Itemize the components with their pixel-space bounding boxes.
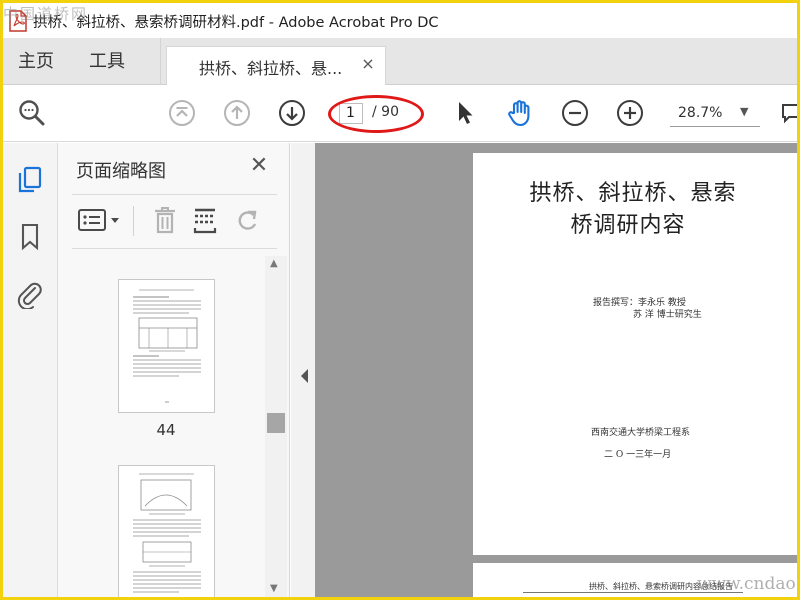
watermark-logo-text: 中国道桥网 [3, 5, 89, 23]
document-title-line-2: 桥调研内容 [570, 213, 686, 238]
plus-circle-icon [617, 100, 643, 126]
trash-icon [155, 207, 175, 234]
bookmark-icon [21, 223, 39, 251]
page-thumbnail-image [133, 289, 201, 403]
comment-icon [782, 104, 797, 124]
rotate-icon [238, 210, 257, 230]
scrollbar-thumb[interactable] [267, 413, 285, 433]
previous-page-button[interactable] [220, 96, 254, 130]
current-page-input[interactable]: 1 [339, 103, 363, 124]
divider [72, 248, 277, 249]
page-thumbnail[interactable] [118, 465, 215, 597]
scroll-down-icon[interactable]: ▼ [270, 583, 278, 594]
delete-pages-button[interactable] [148, 203, 182, 237]
comment-tool-button[interactable] [779, 96, 797, 130]
arrow-up-circle-icon [224, 100, 250, 126]
first-page-icon [169, 100, 195, 126]
thumbnail-page-number: 44 [156, 421, 176, 439]
options-list-icon [78, 209, 119, 231]
page-thumbnails-icon [18, 166, 42, 193]
next-page-button[interactable] [275, 96, 309, 130]
thumbnail-options-button[interactable] [76, 203, 124, 237]
acrobat-window: 拱桥、斜拉桥、悬索桥调研材料.pdf - Adobe Acrobat Pro D… [3, 3, 797, 597]
page-navigation: 1 / 90 [336, 101, 416, 126]
page-thumbnails-panel: 页面缩略图 ✕ 44 ▲ ▼ [58, 143, 290, 597]
thumbnail-scrollbar[interactable]: ▲ ▼ [265, 256, 287, 597]
document-date: 二 O 一三年一月 [604, 450, 672, 460]
minus-circle-icon [562, 100, 588, 126]
tab-document-label: 拱桥、斜拉桥、悬... [199, 59, 343, 78]
hand-tool-button[interactable] [503, 96, 537, 130]
extract-pages-button[interactable] [188, 203, 222, 237]
rotate-pages-button[interactable] [231, 203, 265, 237]
chevron-down-icon: ▼ [740, 105, 749, 118]
zoom-in-button[interactable] [613, 96, 647, 130]
document-page: 拱桥、斜拉桥、悬索 桥调研内容 报告撰写：李永乐 教授 苏 洋 博士研究生 西南… [473, 153, 797, 555]
watermark-url-text: www.cndao.com [697, 574, 797, 594]
document-view[interactable]: 拱桥、斜拉桥、悬索 桥调研内容 报告撰写：李永乐 教授 苏 洋 博士研究生 西南… [315, 143, 797, 597]
collapse-panel-icon[interactable] [299, 368, 309, 384]
tab-divider [160, 38, 161, 85]
hand-icon [508, 100, 530, 127]
first-page-button[interactable] [165, 96, 199, 130]
bookmarks-button[interactable] [13, 220, 47, 254]
zoom-level-dropdown[interactable]: 28.7% ▼ [670, 101, 760, 127]
toolbar-divider [133, 206, 134, 236]
cursor-arrow-icon [459, 102, 473, 124]
tab-home[interactable]: 主页 [18, 38, 54, 85]
select-tool-button[interactable] [448, 96, 482, 130]
title-bar: 拱桥、斜拉桥、悬索桥调研材料.pdf - Adobe Acrobat Pro D… [3, 3, 797, 38]
extract-pages-icon [193, 208, 217, 234]
page-thumbnail-image [133, 473, 201, 593]
search-zoom-button[interactable] [15, 96, 49, 130]
attachments-button[interactable] [13, 277, 47, 311]
scroll-up-icon[interactable]: ▲ [270, 258, 278, 269]
document-author-line-2: 苏 洋 博士研究生 [633, 310, 702, 320]
zoom-out-button[interactable] [558, 96, 592, 130]
window-title: 拱桥、斜拉桥、悬索桥调研材料.pdf - Adobe Acrobat Pro D… [33, 15, 439, 31]
page-thumbnails-button[interactable] [13, 163, 47, 197]
document-title-line-1: 拱桥、斜拉桥、悬索 [529, 181, 737, 206]
tab-tools[interactable]: 工具 [89, 38, 125, 85]
navigation-rail [3, 143, 58, 597]
close-tab-icon[interactable]: × [359, 55, 377, 73]
total-pages-label: / 90 [372, 104, 399, 120]
page-thumbnail[interactable] [118, 279, 215, 413]
document-department: 西南交通大学桥梁工程系 [591, 428, 691, 438]
zoom-level-value: 28.7% [678, 105, 723, 121]
magnifier-icon [19, 100, 45, 126]
panel-collapse-strip [291, 143, 315, 597]
arrow-down-circle-icon [279, 100, 305, 126]
toolbar: 1 / 90 28.7% ▼ [3, 85, 797, 142]
panel-title: 页面缩略图 [76, 161, 166, 182]
close-panel-icon[interactable]: ✕ [246, 153, 272, 179]
paperclip-icon [17, 282, 42, 309]
divider [72, 194, 277, 195]
thumbnail-list: 44 [58, 253, 290, 597]
tab-bar: 主页 工具 拱桥、斜拉桥、悬... × [3, 38, 797, 86]
tab-document[interactable]: 拱桥、斜拉桥、悬... × [166, 46, 386, 86]
